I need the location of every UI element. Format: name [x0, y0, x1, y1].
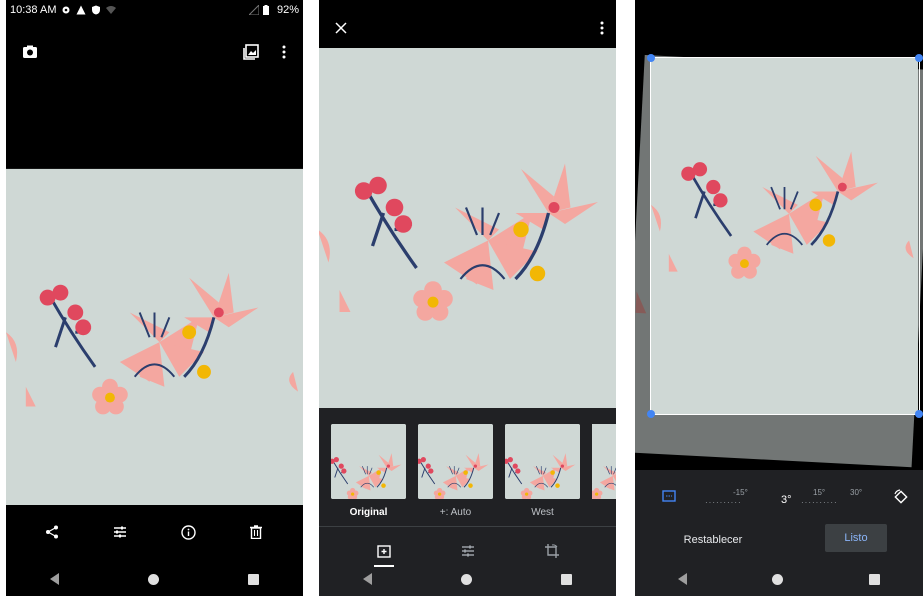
system-nav-bar: [319, 562, 616, 596]
signal-icon: [247, 3, 260, 16]
warning-icon: [76, 5, 86, 15]
shield-icon: [91, 5, 101, 15]
nav-back-icon[interactable]: [50, 573, 60, 585]
rotate-icon[interactable]: [890, 486, 910, 506]
crop-frame: [650, 57, 920, 415]
photo-viewer-screen: 10:38 AM 92%: [6, 0, 303, 596]
nav-back-icon[interactable]: [363, 573, 373, 585]
filter-next[interactable]: [592, 424, 616, 518]
reset-button[interactable]: Restablecer: [665, 526, 761, 554]
filter-west[interactable]: West: [505, 424, 580, 518]
tune-icon[interactable]: [110, 522, 130, 542]
crop-handle-top-right[interactable]: [915, 54, 923, 62]
share-icon[interactable]: [42, 522, 62, 542]
filter-label: West: [531, 507, 554, 518]
aspect-ratio-icon[interactable]: [659, 486, 679, 506]
crop-handle-top-left[interactable]: [647, 54, 655, 62]
done-button[interactable]: Listo: [825, 524, 887, 552]
system-nav-bar: [635, 562, 923, 596]
status-time: 10:38 AM: [10, 4, 57, 16]
nav-home-icon[interactable]: [772, 573, 784, 585]
crop-tray: ·········· -15° 3° ·········· 15° 30° Re…: [635, 470, 923, 596]
dial-label-30: 30°: [850, 488, 863, 497]
filter-thumbnail: [331, 424, 406, 499]
photo-preview: [319, 8, 616, 408]
nav-home-icon[interactable]: [460, 573, 472, 585]
filter-original[interactable]: Original: [331, 424, 406, 518]
status-bar: 10:38 AM 92%: [6, 0, 303, 20]
close-icon[interactable]: [331, 18, 351, 38]
nav-recents-icon[interactable]: [560, 573, 572, 585]
divider: [319, 526, 616, 527]
filter-list: Original +: Auto West: [331, 424, 616, 518]
filter-label: Original: [349, 507, 388, 518]
viewer-bottom-bar: [6, 510, 303, 554]
dial-label-neg15: -15°: [733, 488, 748, 497]
gallery-icon[interactable]: [241, 42, 261, 62]
photo-edit-screen: Original +: Auto West: [319, 0, 616, 596]
crop-handle-bottom-right[interactable]: [915, 410, 923, 418]
battery-level: 92%: [276, 4, 299, 16]
nav-back-icon[interactable]: [677, 573, 687, 585]
filter-thumbnail: [505, 424, 580, 499]
camera-icon[interactable]: [20, 42, 40, 62]
crop-screen: ·········· -15° 3° ·········· 15° 30° Re…: [635, 0, 923, 596]
dial-current-value: 3°: [781, 494, 792, 506]
straighten-dial[interactable]: ·········· -15° 3° ·········· 15° 30°: [705, 488, 875, 508]
more-vert-icon[interactable]: [274, 42, 294, 62]
dial-label-15: 15°: [813, 488, 826, 497]
edit-tray: Original +: Auto West: [319, 408, 616, 596]
nav-home-icon[interactable]: [147, 573, 159, 585]
wifi-icon: [106, 5, 117, 15]
filter-thumbnail: [592, 424, 616, 499]
crop-handle-bottom-left[interactable]: [647, 410, 655, 418]
nav-recents-icon[interactable]: [869, 573, 881, 585]
filter-thumbnail: [418, 424, 493, 499]
dial-ticks-right: ··········: [801, 498, 838, 507]
dial-ticks-left: ··········: [705, 498, 742, 507]
system-nav-bar: [6, 562, 303, 596]
more-vert-icon[interactable]: [592, 18, 612, 38]
nav-recents-icon[interactable]: [247, 573, 259, 585]
viewer-top-bar: [6, 38, 303, 66]
info-icon[interactable]: [178, 522, 198, 542]
filter-label: +: Auto: [439, 507, 472, 518]
trash-icon[interactable]: [246, 522, 266, 542]
battery-icon: [262, 5, 273, 15]
photo[interactable]: [6, 110, 303, 505]
filter-auto[interactable]: +: Auto: [418, 424, 493, 518]
settings-icon: [61, 5, 71, 15]
